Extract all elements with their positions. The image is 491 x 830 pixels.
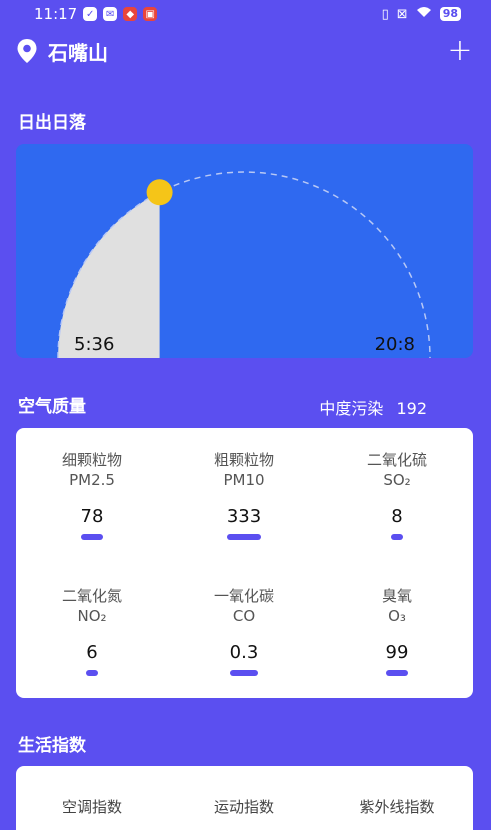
aq-item-formula: CO [232, 607, 256, 625]
aq-item-value: 333 [226, 506, 262, 527]
aq-item-bar [391, 534, 403, 540]
status-bar: 11:17 ✓ ✉ ◆ ▣ ▯ ⊠ 98 [0, 0, 491, 28]
no-sim-icon: ⊠ [396, 6, 408, 22]
aq-item-formula: SO₂ [383, 471, 411, 489]
life-index-aircon[interactable]: 空调指数 [16, 796, 168, 817]
life-index-uv[interactable]: 紫外线指数 [321, 796, 473, 817]
aq-item-name: 臭氧 [381, 587, 412, 605]
aq-item-value: 6 [86, 642, 98, 663]
sun-section-title: 日出日落 [18, 113, 86, 133]
sunrise-time: 5:36 [74, 334, 115, 355]
location-pin-icon[interactable] [16, 38, 38, 64]
air-quality-section-title: 空气质量 [18, 397, 86, 417]
status-right: ▯ ⊠ 98 [382, 6, 461, 22]
aq-item-bar [227, 534, 261, 540]
battery-level: 98 [439, 7, 461, 21]
status-left: 11:17 ✓ ✉ ◆ ▣ [34, 5, 158, 23]
life-index-section-title: 生活指数 [18, 736, 86, 756]
aq-item-formula: NO₂ [77, 607, 107, 625]
aq-item-pm10[interactable]: 粗颗粒物 PM10 333 [168, 450, 320, 540]
aq-item-name: 细颗粒物 [61, 451, 122, 469]
life-index-sport[interactable]: 运动指数 [168, 796, 320, 817]
aq-item-name: 粗颗粒物 [213, 451, 274, 469]
news-icon: ▣ [143, 7, 158, 21]
aq-item-value: 99 [385, 642, 409, 663]
life-index-card: 空调指数 运动指数 紫外线指数 [16, 766, 473, 830]
aqi-level: 中度污染 [319, 399, 384, 418]
header: 石嘴山 + [16, 34, 475, 68]
aq-item-name: 一氧化碳 [213, 587, 274, 605]
aq-item-o3[interactable]: 臭氧 O₃ 99 [321, 586, 473, 676]
check-circle-icon: ✓ [83, 7, 98, 21]
aq-item-name: 二氧化硫 [366, 451, 427, 469]
aq-item-bar [230, 670, 258, 676]
aq-item-value: 0.3 [229, 642, 259, 663]
aq-item-value: 78 [80, 506, 104, 527]
aq-item-bar [86, 670, 98, 676]
air-quality-card: 细颗粒物 PM2.5 78 粗颗粒物 PM10 333 二氧化硫 SO₂ 8 二… [16, 428, 473, 698]
aq-item-no2[interactable]: 二氧化氮 NO₂ 6 [16, 586, 168, 676]
aq-item-formula: O₃ [388, 607, 406, 625]
aqi-value: 192 [396, 399, 427, 418]
aq-item-formula: PM10 [223, 471, 265, 489]
aq-item-formula: PM2.5 [69, 471, 115, 489]
aq-item-value: 8 [391, 506, 403, 527]
sun-card: 5:36 20:8 [16, 144, 473, 358]
aq-item-so2[interactable]: 二氧化硫 SO₂ 8 [321, 450, 473, 540]
aq-item-pm25[interactable]: 细颗粒物 PM2.5 78 [16, 450, 168, 540]
add-city-button[interactable]: + [445, 36, 475, 66]
wifi-icon [416, 6, 432, 22]
aq-item-bar [81, 534, 103, 540]
vibrate-icon: ▯ [381, 6, 389, 22]
app-badge-icon: ◆ [123, 7, 138, 21]
sun-icon [146, 179, 173, 206]
sunset-time: 20:8 [374, 334, 415, 355]
aq-item-name: 二氧化氮 [61, 587, 122, 605]
sun-arc-chart [57, 171, 431, 358]
status-time: 11:17 [34, 5, 78, 23]
aq-item-bar [386, 670, 408, 676]
city-name[interactable]: 石嘴山 [48, 37, 108, 66]
mail-icon: ✉ [103, 7, 118, 21]
aq-item-co[interactable]: 一氧化碳 CO 0.3 [168, 586, 320, 676]
aqi-summary: 中度污染 192 [319, 395, 427, 419]
